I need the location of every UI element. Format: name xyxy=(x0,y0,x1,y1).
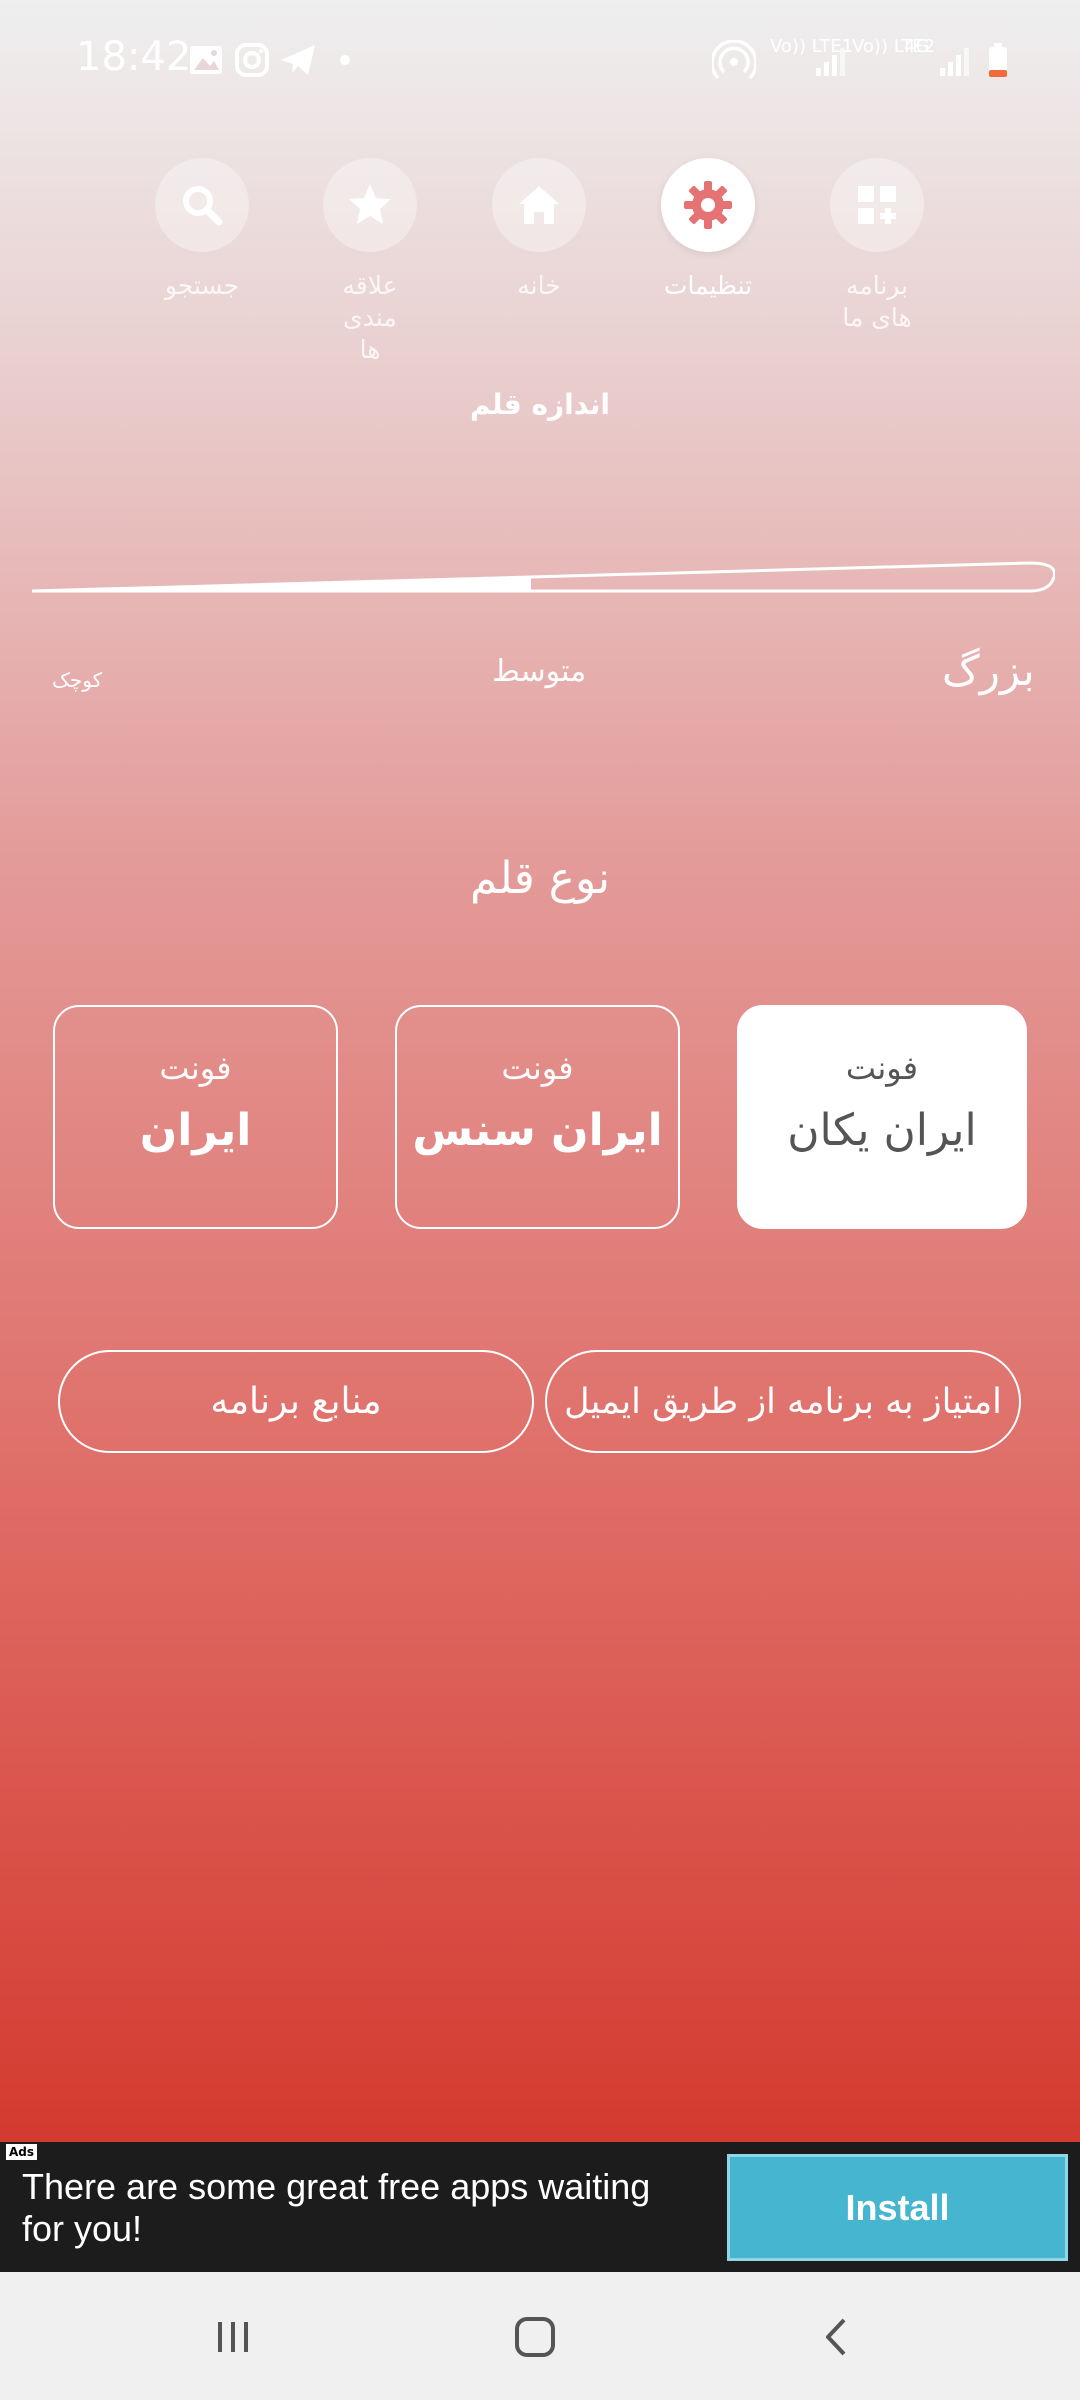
status-bar: 18:42 Vo)) LTE1 Vo)) LTE2 4G xyxy=(0,0,1080,120)
app-resources-button[interactable]: منابع برنامه xyxy=(58,1350,534,1453)
status-time: 18:42 xyxy=(76,34,192,80)
nav-home-label: خانه xyxy=(517,271,561,300)
settings-screen: 18:42 Vo)) LTE1 Vo)) LTE2 4G جستجو علاقه… xyxy=(0,0,1080,2142)
telegram-icon xyxy=(281,45,315,75)
nav-favorites[interactable]: علاقه مندی ها xyxy=(280,158,460,366)
nav-our-apps-label: برنامه های ما xyxy=(842,271,912,332)
nav-settings[interactable]: تنظیمات xyxy=(618,158,798,302)
nav-settings-label: تنظیمات xyxy=(663,271,753,300)
nav-home[interactable]: خانه xyxy=(449,158,629,302)
apps-icon xyxy=(858,186,896,224)
dot-icon xyxy=(340,55,350,65)
signal-icon xyxy=(940,48,969,76)
font-card-name: ایران xyxy=(139,1105,252,1156)
system-nav-bar xyxy=(0,2272,1080,2400)
font-card-name: ایران یکان xyxy=(787,1105,977,1156)
image-icon xyxy=(190,46,222,74)
size-large-label[interactable]: بزرگ xyxy=(942,646,1035,695)
font-card-label: فونت xyxy=(845,1049,919,1087)
size-medium-label[interactable]: متوسط xyxy=(492,654,586,689)
font-card-iran-yekan[interactable]: فونت ایران یکان xyxy=(737,1005,1027,1229)
font-size-slider[interactable] xyxy=(30,555,1055,595)
home-button[interactable] xyxy=(500,2302,570,2372)
nav-favorites-label: علاقه مندی ها xyxy=(342,271,398,364)
gear-icon xyxy=(684,181,732,229)
signal-icon xyxy=(816,48,845,76)
font-size-title: اندازه قلم xyxy=(470,388,610,421)
instagram-icon xyxy=(235,43,269,77)
back-button[interactable] xyxy=(802,2302,872,2372)
network-type: 4G xyxy=(904,36,930,57)
font-card-name: ایران سنس xyxy=(412,1105,663,1156)
battery-icon xyxy=(989,43,1007,77)
home-icon xyxy=(519,186,559,224)
recents-icon xyxy=(218,2322,248,2352)
recents-button[interactable] xyxy=(198,2302,268,2372)
font-card-iran-sans[interactable]: فونت ایران سنس xyxy=(395,1005,680,1229)
rate-by-email-button[interactable]: امتیاز به برنامه از طریق ایمیل xyxy=(545,1350,1021,1453)
hotspot-icon xyxy=(712,40,756,80)
ad-text: There are some great free apps waiting f… xyxy=(22,2166,651,2249)
install-button[interactable]: Install xyxy=(727,2154,1068,2261)
ad-badge: Ads xyxy=(6,2144,38,2160)
nav-search-label: جستجو xyxy=(164,271,240,300)
back-icon xyxy=(826,2318,846,2356)
ad-banner[interactable]: Ads There are some great free apps waiti… xyxy=(0,2142,1080,2272)
star-icon xyxy=(349,184,391,224)
nav-search[interactable]: جستجو xyxy=(112,158,292,302)
font-type-title: نوع قلم xyxy=(469,853,611,904)
size-small-label[interactable]: کوچک xyxy=(52,668,102,692)
search-icon xyxy=(183,186,223,226)
font-card-label: فونت xyxy=(159,1049,232,1087)
font-card-label: فونت xyxy=(501,1049,574,1087)
font-card-iran[interactable]: فونت ایران xyxy=(53,1005,338,1229)
nav-our-apps[interactable]: برنامه های ما xyxy=(787,158,967,334)
home-outline-icon xyxy=(515,2317,555,2357)
